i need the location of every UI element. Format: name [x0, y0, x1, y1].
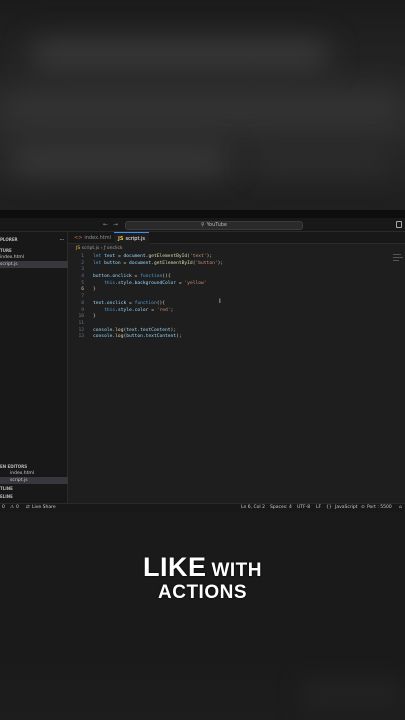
- notification-bell-icon[interactable]: ⌂: [399, 504, 402, 512]
- mouse-ibeam-icon: I: [219, 298, 221, 305]
- code-line[interactable]: 9 this.style.color = 'red';: [68, 308, 405, 315]
- encoding[interactable]: UTF-8: [297, 504, 310, 512]
- divider: [0, 210, 405, 218]
- layout-toggle-icon[interactable]: [396, 221, 402, 228]
- search-icon: ⚲: [200, 222, 205, 228]
- tab-label: index.html: [84, 235, 112, 241]
- back-arrow-icon[interactable]: ←: [103, 221, 113, 228]
- line-number: 8: [81, 300, 84, 306]
- code-line[interactable]: 11: [68, 321, 405, 328]
- tab-index-html[interactable]: <> index.html: [70, 232, 115, 244]
- file-item-index-html[interactable]: index.html: [0, 254, 68, 261]
- code-text: let button = document.getElementById('bu…: [93, 260, 224, 266]
- code-line[interactable]: 8 text.onclick = function(){: [68, 301, 405, 308]
- language-mode[interactable]: JavaScript: [335, 504, 358, 512]
- command-search-input[interactable]: ⚲ YouTube: [125, 221, 303, 230]
- code-text: this.style.color = 'red';: [104, 307, 174, 313]
- file-item-script-js[interactable]: script.js: [0, 261, 68, 268]
- open-editors-header[interactable]: EN EDITORS: [0, 463, 68, 470]
- timeline-header[interactable]: ELINE: [0, 493, 68, 500]
- explorer-sidebar: PLORER ··· TURE index.html script.js EN …: [0, 232, 68, 503]
- code-editor-window: ←→ ⚲ YouTube PLORER ··· TURE index.html s…: [0, 218, 405, 512]
- js-file-icon: JS: [118, 236, 124, 242]
- breadcrumb-file[interactable]: script.js: [82, 246, 100, 251]
- errors-count[interactable]: 0: [2, 504, 5, 512]
- blurred-background: [0, 0, 405, 210]
- nav-arrows[interactable]: ←→: [103, 221, 123, 228]
- breadcrumb: JS script.js › ƒ onclick: [76, 246, 123, 251]
- outline-header[interactable]: TLINE: [0, 485, 68, 492]
- code-line[interactable]: 6}: [68, 287, 405, 294]
- line-number: 13: [78, 334, 84, 340]
- line-number: 1: [81, 254, 84, 259]
- live-share-icon: ⇄: [26, 505, 30, 510]
- line-number: 4: [81, 274, 84, 280]
- function-symbol-icon: ƒ: [103, 246, 106, 251]
- radio-tower-icon: ⊙: [361, 505, 365, 510]
- chevron-right-icon: ›: [100, 246, 103, 251]
- breadcrumb-symbol[interactable]: onclick: [107, 246, 123, 251]
- caption-like: LIKE: [142, 552, 207, 582]
- explorer-title: PLORER: [0, 237, 18, 242]
- live-server-port[interactable]: Port : 5500: [367, 504, 392, 512]
- code-area[interactable]: 1 let text = document.getElementById('tex…: [68, 254, 405, 341]
- editor-tabs: <> index.html JS script.js: [68, 232, 405, 244]
- tab-label: script.js: [125, 236, 145, 242]
- braces-icon: {}: [326, 505, 332, 510]
- outline-title: TLINE: [0, 486, 13, 491]
- search-label: YouTube: [206, 222, 227, 228]
- code-line[interactable]: 4 button.onclick = function(){: [68, 274, 405, 281]
- caption-line-2: ACTIONS: [0, 582, 405, 604]
- js-file-icon: JS: [76, 246, 81, 251]
- line-number: 10: [78, 314, 84, 320]
- title-bar: ←→ ⚲ YouTube: [0, 218, 405, 232]
- code-line[interactable]: 13 console.log(button.textContent);: [68, 334, 405, 341]
- code-text: this.style.backgroundColor = 'yellow': [104, 280, 207, 286]
- blurred-footer: [0, 650, 405, 720]
- caption-line-1: LIKE WITH: [0, 552, 405, 583]
- file-label: script.js: [10, 478, 28, 483]
- code-text: text.onclick = function(){: [93, 300, 166, 306]
- file-label: script.js: [0, 262, 18, 267]
- more-actions-icon[interactable]: ···: [59, 236, 64, 243]
- open-editor-script-js[interactable]: script.js: [0, 477, 68, 484]
- code-line[interactable]: 10}: [68, 314, 405, 321]
- file-label: index.html: [0, 255, 24, 260]
- code-line[interactable]: 5 this.style.backgroundColor = 'yellow': [68, 281, 405, 288]
- tab-script-js[interactable]: JS script.js: [114, 232, 149, 244]
- timeline-title: ELINE: [0, 494, 13, 499]
- cursor-position[interactable]: Ln 6, Col 2: [241, 504, 265, 512]
- status-bar: 0 ⚠ 0 ⇄ Live Share Ln 6, Col 2 Spaces: 4…: [0, 503, 405, 512]
- html-file-icon: <>: [74, 235, 83, 241]
- line-ending[interactable]: LF: [316, 504, 321, 512]
- line-number: 11: [78, 320, 84, 326]
- code-text: }: [93, 287, 96, 293]
- open-editor-index-html[interactable]: index.html: [0, 470, 68, 477]
- code-text: button.onclick = function(){: [93, 274, 171, 280]
- forward-arrow-icon[interactable]: →: [113, 221, 123, 228]
- caption-with: WITH: [211, 560, 262, 581]
- code-line[interactable]: 2 let button = document.getElementById('b…: [68, 261, 405, 268]
- code-text: let text = document.getElementById('text…: [93, 254, 213, 259]
- folder-name: TURE: [0, 248, 12, 253]
- warnings-count[interactable]: 0: [16, 504, 19, 512]
- code-text: }: [93, 314, 96, 320]
- open-editors-title: EN EDITORS: [0, 464, 28, 469]
- minimap[interactable]: [393, 254, 403, 263]
- warning-icon: ⚠: [10, 505, 15, 510]
- live-share-button[interactable]: Live Share: [32, 504, 56, 512]
- folder-header[interactable]: TURE: [0, 247, 68, 254]
- code-line[interactable]: 7: [68, 294, 405, 301]
- indentation[interactable]: Spaces: 4: [270, 504, 292, 512]
- code-text: console.log(button.textContent);: [93, 334, 182, 340]
- file-label: index.html: [10, 471, 34, 476]
- caption-actions: ACTIONS: [158, 582, 247, 603]
- code-line[interactable]: 1 let text = document.getElementById('tex…: [68, 254, 405, 261]
- explorer-header: PLORER ···: [0, 236, 68, 243]
- line-number: 7: [81, 294, 84, 300]
